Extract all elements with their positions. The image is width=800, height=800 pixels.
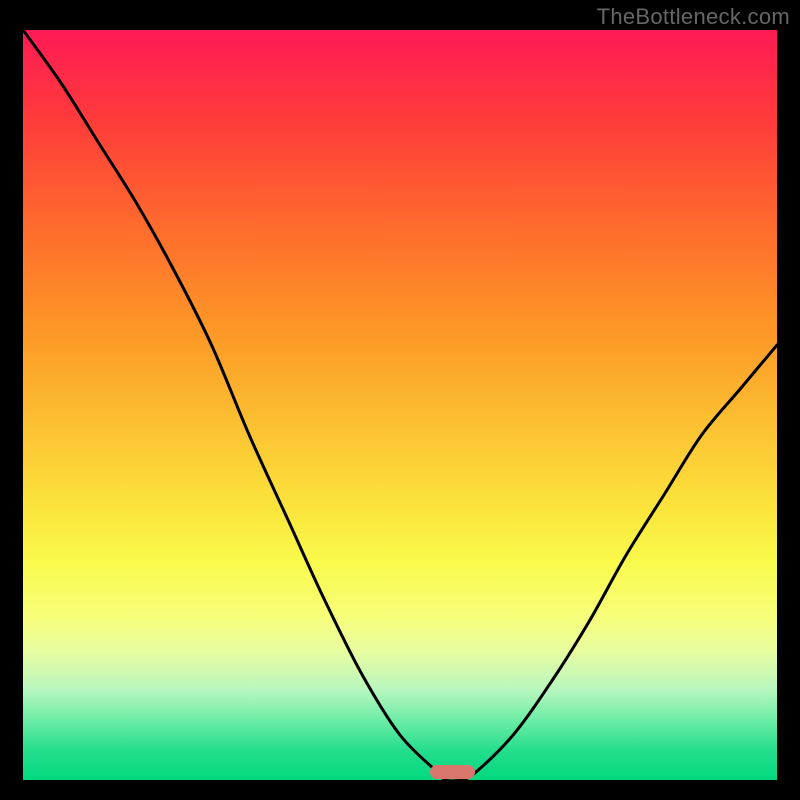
optimal-marker: [430, 765, 475, 779]
bottleneck-curve: [23, 30, 777, 780]
chart-frame: TheBottleneck.com: [0, 0, 800, 800]
plot-area: [23, 30, 777, 780]
watermark-text: TheBottleneck.com: [597, 4, 790, 30]
